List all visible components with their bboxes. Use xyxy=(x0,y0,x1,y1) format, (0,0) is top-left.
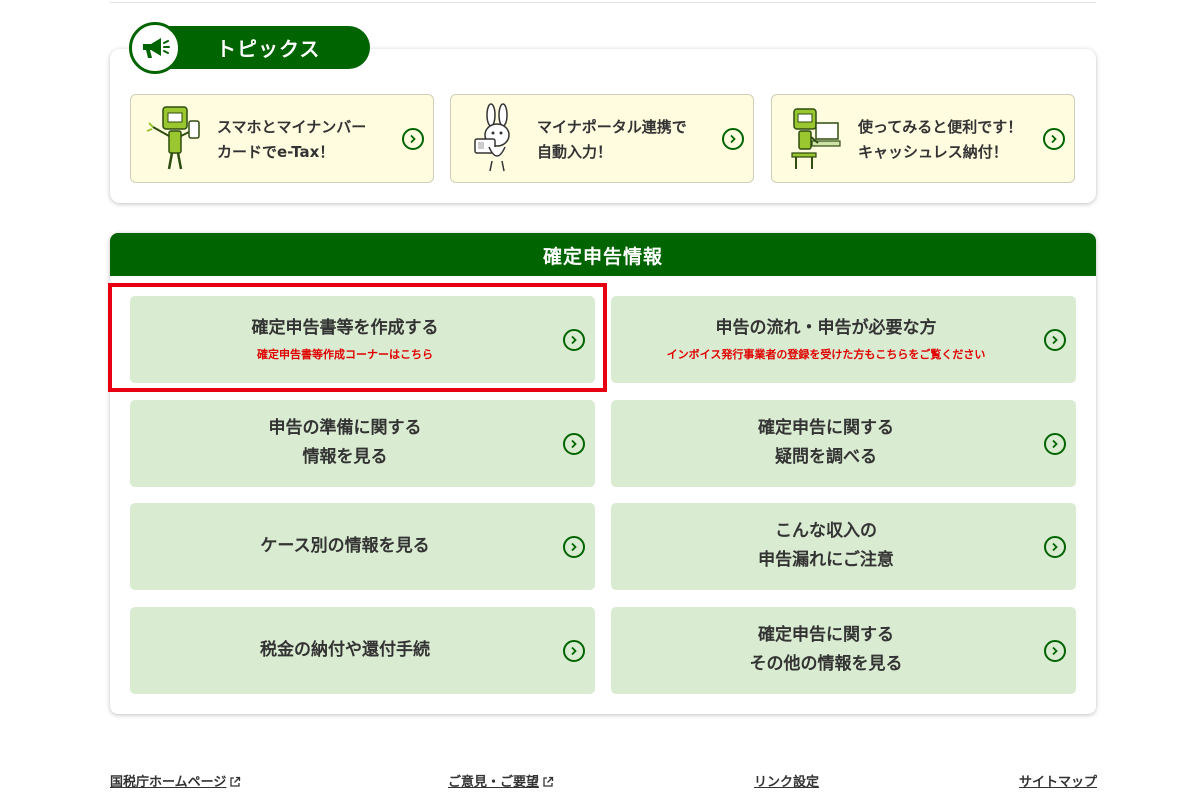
item-label: 確定申告に関する xyxy=(758,625,894,645)
case-info-button[interactable]: ケース別の情報を見る xyxy=(130,503,595,590)
topic-card-cashless[interactable]: 使ってみると便利です！ キャッシュレス納付！ xyxy=(771,94,1075,183)
item-label: ケース別の情報を見る xyxy=(260,536,430,556)
item-label-line2: 疑問を調べる xyxy=(775,447,877,467)
external-link-icon xyxy=(542,776,554,792)
preparation-info-button[interactable]: 申告の準備に関する 情報を見る xyxy=(130,400,595,487)
item-label: 申告の準備に関する xyxy=(268,418,422,438)
footer-link-nta-home[interactable]: 国税庁ホームページ xyxy=(110,771,241,792)
item-label: こんな収入の xyxy=(775,521,877,541)
chevron-right-icon xyxy=(563,536,585,558)
highlight-box xyxy=(108,283,607,392)
footer-link-link-settings[interactable]: リンク設定 xyxy=(754,771,819,790)
topic-card-mynaportal[interactable]: マイナポータル連携で 自動入力！ xyxy=(450,94,754,183)
kakutei-title: 確定申告情報 xyxy=(542,246,663,268)
item-label: 申告の流れ・申告が必要な方 xyxy=(715,318,937,338)
megaphone-icon xyxy=(129,22,181,74)
chevron-right-icon xyxy=(563,433,585,455)
item-label-line2: 申告漏れにご注意 xyxy=(758,550,894,570)
topic-card-text: 使ってみると便利です！ キャッシュレス納付！ xyxy=(858,118,1023,161)
footer-link-label: ご意見・ご要望 xyxy=(448,775,540,790)
external-link-icon xyxy=(229,776,241,792)
footer-link-feedback[interactable]: ご意見・ご要望 xyxy=(448,771,554,792)
footer-link-label: サイトマップ xyxy=(1019,775,1098,790)
footer-link-label: 国税庁ホームページ xyxy=(110,775,227,790)
top-divider xyxy=(110,0,1096,3)
unreported-income-button[interactable]: こんな収入の 申告漏れにご注意 xyxy=(611,503,1076,590)
topics-title: トピックス xyxy=(216,37,321,61)
filing-flow-button[interactable]: 申告の流れ・申告が必要な方 インボイス発行事業者の登録を受けた方もこちらをご覧く… xyxy=(611,296,1076,383)
item-label: 税金の納付や還付手続 xyxy=(260,640,430,660)
chevron-right-icon xyxy=(1044,433,1066,455)
chevron-right-icon xyxy=(1043,128,1065,150)
mascot-computer-illustration xyxy=(786,103,846,175)
faq-button[interactable]: 確定申告に関する 疑問を調べる xyxy=(611,400,1076,487)
chevron-right-icon xyxy=(563,640,585,662)
mascot-smartphone-illustration xyxy=(145,103,205,175)
footer-link-label: リンク設定 xyxy=(754,775,820,790)
rabbit-card-illustration xyxy=(465,103,525,175)
footer-link-sitemap[interactable]: サイトマップ xyxy=(1019,771,1097,790)
other-info-button[interactable]: 確定申告に関する その他の情報を見る xyxy=(611,607,1076,694)
item-sub-label: インボイス発行事業者の登録を受けた方もこちらをご覧ください xyxy=(666,348,986,361)
item-label-line2: 情報を見る xyxy=(302,447,388,467)
item-label: 確定申告に関する xyxy=(758,418,894,438)
topic-card-text: マイナポータル連携で 自動入力！ xyxy=(537,118,687,161)
chevron-right-icon xyxy=(1044,536,1066,558)
item-label-line2: その他の情報を見る xyxy=(749,654,903,674)
chevron-right-icon xyxy=(1044,329,1066,351)
topic-card-text: スマホとマイナンバー カードでe-Tax！ xyxy=(217,118,367,161)
topic-card-mynumber-etax[interactable]: スマホとマイナンバー カードでe-Tax！ xyxy=(130,94,434,183)
payment-refund-button[interactable]: 税金の納付や還付手続 xyxy=(130,607,595,694)
chevron-right-icon xyxy=(1044,640,1066,662)
kakutei-header: 確定申告情報 xyxy=(110,233,1096,276)
chevron-right-icon xyxy=(722,128,744,150)
chevron-right-icon xyxy=(402,128,424,150)
